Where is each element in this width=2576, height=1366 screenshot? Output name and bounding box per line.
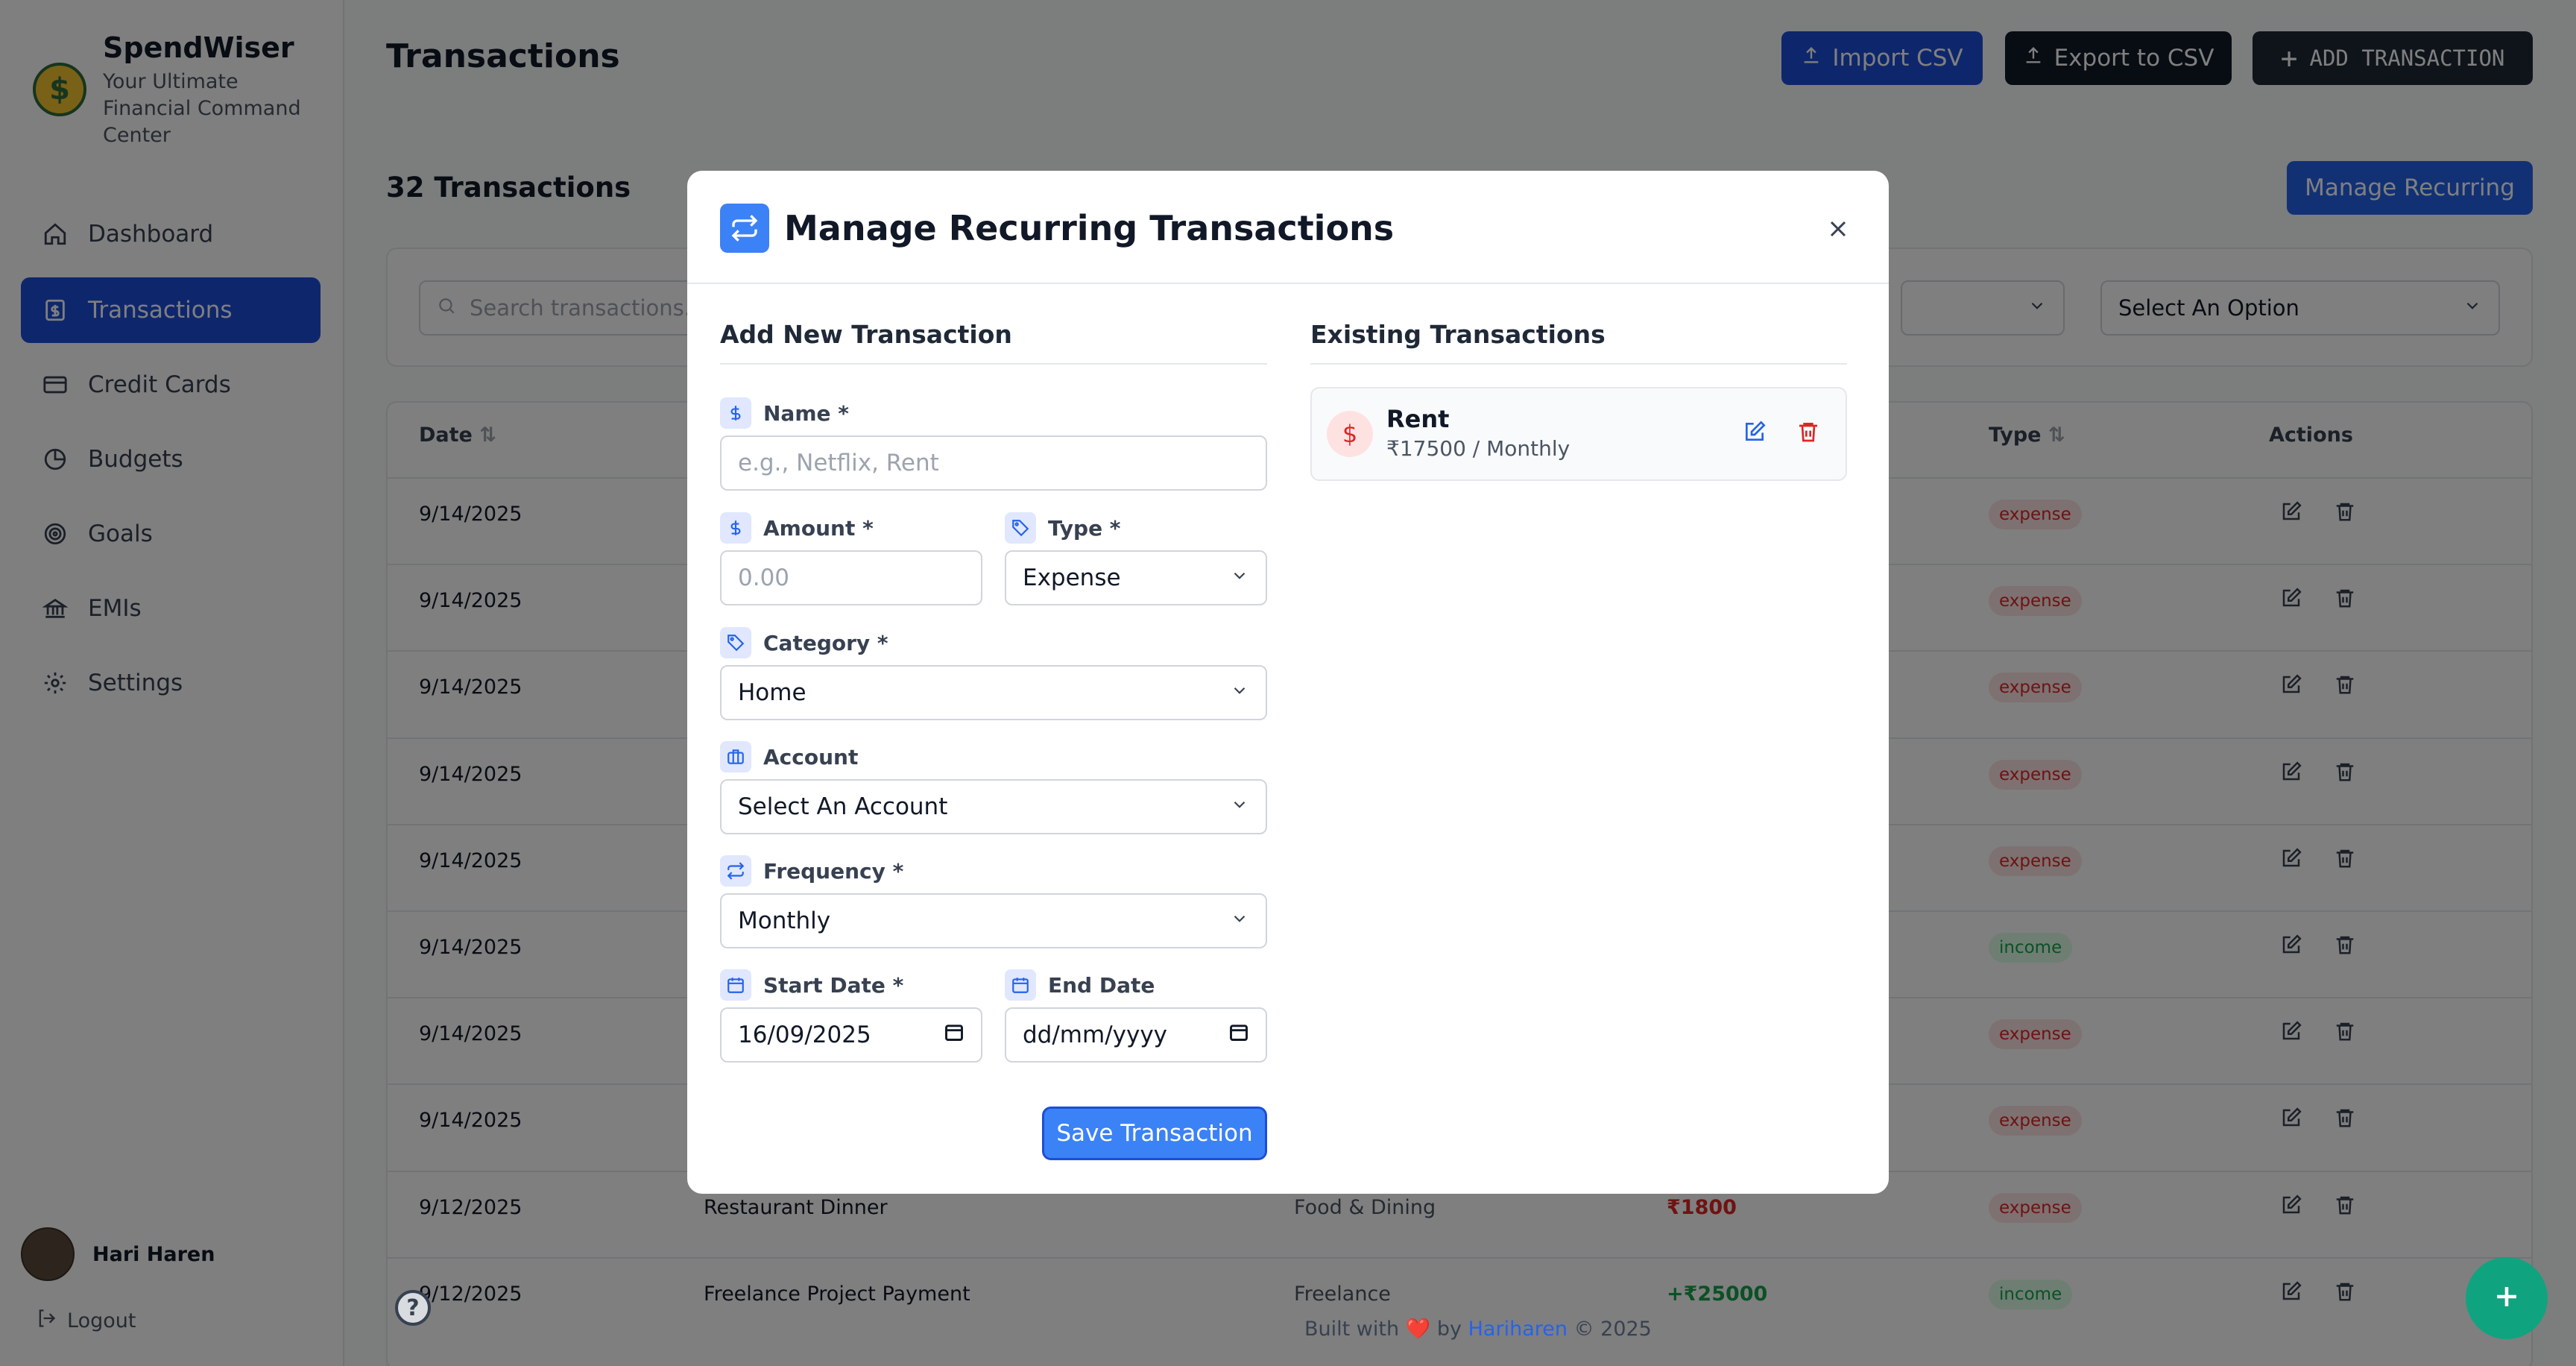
help-button[interactable]: ? [395,1290,431,1326]
calendar-icon [1005,969,1036,1001]
add-fab-button[interactable] [2466,1257,2548,1339]
calendar-icon [720,969,751,1001]
heart-icon: ❤️ [1405,1318,1431,1341]
calendar-picker-icon[interactable] [944,1022,965,1048]
start-date-value: 16/09/2025 [738,1022,871,1048]
chevron-down-icon [1230,907,1249,934]
section-divider [720,363,1267,365]
frequency-label-text: Frequency * [763,858,904,884]
account-label: Account [720,741,858,772]
tag-icon [1005,512,1036,544]
start-date-input[interactable]: 16/09/2025 [720,1007,982,1063]
repeat-icon [720,204,769,253]
frequency-select[interactable]: Monthly [720,893,1267,948]
footer-year: © 2025 [1573,1318,1652,1341]
footer: Built with ❤️ by Hariharen © 2025 [1304,1317,1652,1341]
plus-icon [2490,1280,2523,1316]
recurring-modal: Manage Recurring Transactions Add New Tr… [687,171,1889,1194]
modal-title: Manage Recurring Transactions [784,208,1395,248]
frequency-value: Monthly [738,907,831,934]
name-placeholder: e.g., Netflix, Rent [738,450,939,476]
existing-transaction-item: $ Rent ₹17500 / Monthly [1310,387,1847,481]
type-label-text: Type * [1048,515,1121,541]
calendar-picker-icon[interactable] [1228,1022,1249,1048]
footer-prefix: Built with [1304,1318,1400,1341]
save-transaction-button[interactable]: Save Transaction [1042,1107,1267,1160]
start-date-label-text: Start Date * [763,972,904,998]
category-value: Home [738,679,806,706]
account-select[interactable]: Select An Account [720,779,1267,834]
existing-name: Rent [1386,405,1450,433]
dollar-icon [720,512,751,544]
existing-section-title: Existing Transactions [1310,320,1606,349]
amount-placeholder: 0.00 [738,564,790,591]
briefcase-icon [720,741,751,772]
dollar-icon: $ [1327,411,1373,457]
chevron-down-icon [1230,564,1249,591]
type-label: Type * [1005,512,1120,544]
amount-label-text: Amount * [763,515,874,541]
category-select[interactable]: Home [720,665,1267,720]
end-date-value: dd/mm/yyyy [1023,1022,1168,1048]
repeat-icon [720,855,751,887]
amount-label: Amount * [720,512,874,544]
close-icon[interactable] [1822,213,1854,245]
existing-detail: ₹17500 / Monthly [1386,436,1570,461]
category-label: Category * [720,627,888,658]
trash-icon[interactable] [1796,420,1820,447]
account-value: Select An Account [738,793,948,820]
name-label: Name * [720,397,849,429]
modal-divider [687,283,1889,284]
end-date-label: End Date [1005,969,1155,1001]
name-input[interactable]: e.g., Netflix, Rent [720,435,1267,491]
chevron-down-icon [1230,679,1249,706]
name-label-text: Name * [763,400,849,426]
tag-icon [720,627,751,658]
end-date-input[interactable]: dd/mm/yyyy [1005,1007,1267,1063]
frequency-label: Frequency * [720,855,903,887]
dollar-icon [720,397,751,429]
add-section-title: Add New Transaction [720,320,1012,349]
start-date-label: Start Date * [720,969,903,1001]
type-value: Expense [1023,564,1121,591]
chevron-down-icon [1230,793,1249,820]
section-divider [1310,363,1847,365]
category-label-text: Category * [763,630,888,655]
end-date-label-text: End Date [1048,972,1155,998]
account-label-text: Account [763,744,859,769]
author-link[interactable]: Hariharen [1468,1318,1568,1341]
footer-by: by [1436,1318,1462,1341]
amount-input[interactable]: 0.00 [720,550,982,605]
type-select[interactable]: Expense [1005,550,1267,605]
edit-icon[interactable] [1743,420,1767,447]
